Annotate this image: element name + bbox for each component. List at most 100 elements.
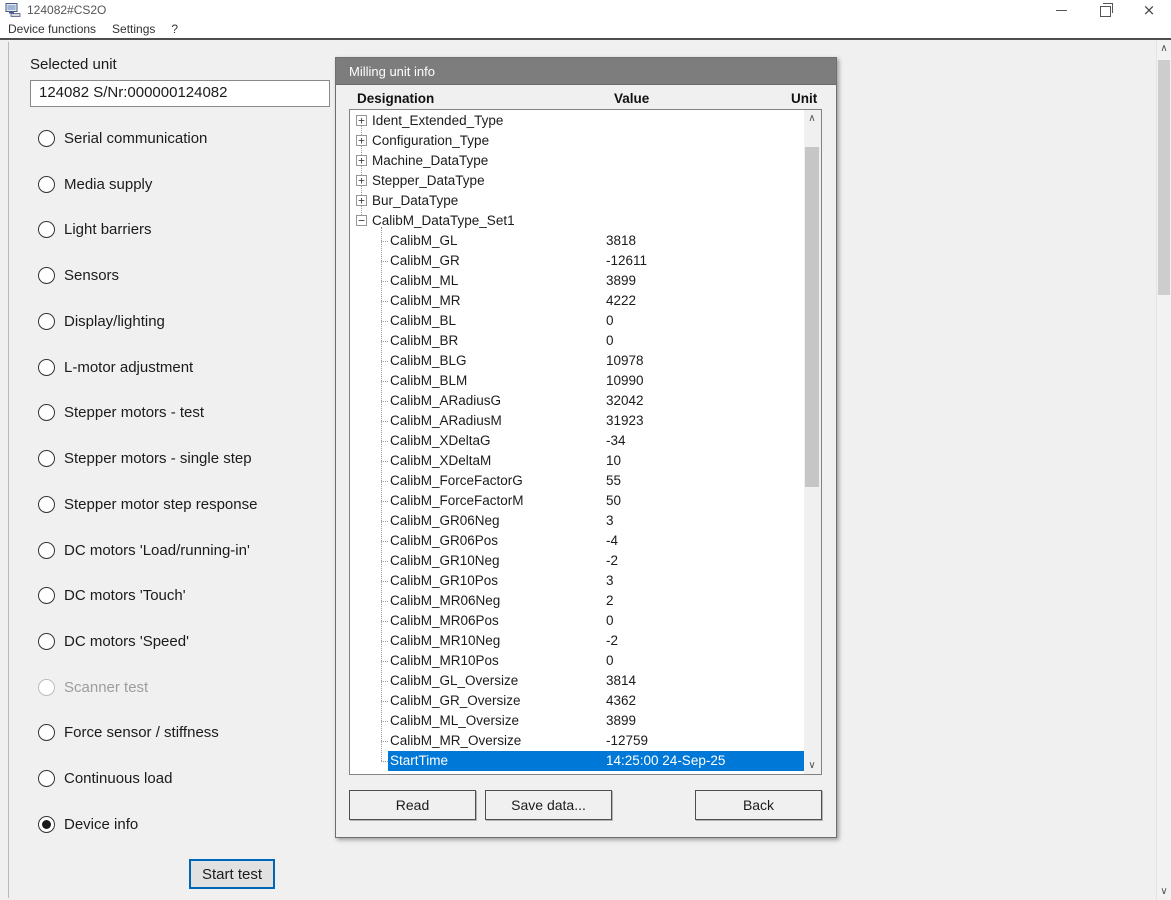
tree-row-calibm_gr10pos[interactable]: CalibM_GR10Pos3 xyxy=(350,571,804,591)
test-radio-l-motor-adjustment[interactable]: L-motor adjustment xyxy=(38,356,193,378)
maximize-icon[interactable] xyxy=(1083,0,1127,20)
radio-circle-icon[interactable] xyxy=(38,633,55,650)
expand-icon[interactable]: + xyxy=(356,195,367,206)
tree-row-calibm_mr06neg[interactable]: CalibM_MR06Neg2 xyxy=(350,591,804,611)
expand-icon[interactable]: + xyxy=(356,175,367,186)
test-radio-device-info[interactable]: Device info xyxy=(38,813,138,835)
test-radio-dc-motors-touch[interactable]: DC motors 'Touch' xyxy=(38,584,186,606)
tree-row-calibm_gr10neg[interactable]: CalibM_GR10Neg-2 xyxy=(350,551,804,571)
test-radio-light-barriers[interactable]: Light barriers xyxy=(38,218,152,240)
tree-row-calibm_br[interactable]: CalibM_BR0 xyxy=(350,331,804,351)
tree-row-calibm_gr06pos[interactable]: CalibM_GR06Pos-4 xyxy=(350,531,804,551)
tree-row-calibm_mr[interactable]: CalibM_MR4222 xyxy=(350,291,804,311)
tree-connector-stub xyxy=(381,261,388,262)
radio-circle-icon[interactable] xyxy=(38,816,55,833)
tree-row-starttime[interactable]: StartTime14:25:00 24-Sep-25 xyxy=(350,751,804,771)
radio-circle-icon[interactable] xyxy=(38,176,55,193)
test-radio-serial-communication[interactable]: Serial communication xyxy=(38,127,207,149)
tree-row-configuration_type[interactable]: +Configuration_Type xyxy=(350,131,804,151)
back-button[interactable]: Back xyxy=(695,790,822,820)
radio-circle-icon[interactable] xyxy=(38,496,55,513)
tree-row-stepper_datatype[interactable]: +Stepper_DataType xyxy=(350,171,804,191)
test-radio-continuous-load[interactable]: Continuous load xyxy=(38,767,172,789)
tree-row-calibm_aradiusg[interactable]: CalibM_ARadiusG32042 xyxy=(350,391,804,411)
selected-row-highlight xyxy=(388,751,804,771)
test-radio-display-lighting[interactable]: Display/lighting xyxy=(38,310,165,332)
tree-scrollbar[interactable]: ∧ ∨ xyxy=(804,110,821,774)
test-radio-stepper-motor-step-response[interactable]: Stepper motor step response xyxy=(38,493,257,515)
test-radio-stepper-motors-single-step[interactable]: Stepper motors - single step xyxy=(38,447,252,469)
test-radio-dc-motors-speed[interactable]: DC motors 'Speed' xyxy=(38,630,189,652)
scroll-up-icon[interactable]: ∧ xyxy=(805,110,819,127)
menu-settings[interactable]: Settings xyxy=(104,22,163,36)
radio-circle-icon[interactable] xyxy=(38,450,55,467)
selected-unit-field[interactable]: 124082 S/Nr:000000124082 xyxy=(30,80,330,107)
collapse-icon[interactable]: − xyxy=(356,215,367,226)
test-radio-sensors[interactable]: Sensors xyxy=(38,264,119,286)
main-scrollbar-thumb[interactable] xyxy=(1158,60,1170,295)
radio-circle-icon[interactable] xyxy=(38,359,55,376)
start-test-button[interactable]: Start test xyxy=(189,859,275,889)
radio-circle-icon[interactable] xyxy=(38,724,55,741)
tree-leaf-label: CalibM_MR06Pos xyxy=(390,613,499,628)
tree-leaf-label: CalibM_BR xyxy=(390,333,458,348)
tree-connector-stub xyxy=(381,721,388,722)
tree-row-calibm_gr_oversize[interactable]: CalibM_GR_Oversize4362 xyxy=(350,691,804,711)
tree-row-bur_datatype[interactable]: +Bur_DataType xyxy=(350,191,804,211)
tree-row-calibm_gr[interactable]: CalibM_GR-12611 xyxy=(350,251,804,271)
tree-row-calibm_gl[interactable]: CalibM_GL3818 xyxy=(350,231,804,251)
tree-scrollbar-thumb[interactable] xyxy=(805,147,819,487)
menu-device-functions[interactable]: Device functions xyxy=(0,22,104,36)
test-radio-force-sensor-stiffness[interactable]: Force sensor / stiffness xyxy=(38,721,219,743)
scroll-down-icon[interactable]: ∨ xyxy=(1157,883,1171,900)
save-data-button[interactable]: Save data... xyxy=(485,790,612,820)
tree-leaf-value: 10978 xyxy=(606,353,644,368)
radio-circle-icon[interactable] xyxy=(38,267,55,284)
tree-row-calibm_xdeltag[interactable]: CalibM_XDeltaG-34 xyxy=(350,431,804,451)
radio-circle-icon[interactable] xyxy=(38,587,55,604)
radio-circle-icon[interactable] xyxy=(38,770,55,787)
radio-circle-icon[interactable] xyxy=(38,542,55,559)
tree-row-calibm_blg[interactable]: CalibM_BLG10978 xyxy=(350,351,804,371)
radio-circle-icon[interactable] xyxy=(38,221,55,238)
tree-row-ident_extended_type[interactable]: +Ident_Extended_Type xyxy=(350,111,804,131)
tree-row-calibm_blm[interactable]: CalibM_BLM10990 xyxy=(350,371,804,391)
close-icon[interactable]: × xyxy=(1127,0,1171,20)
menu-help[interactable]: ? xyxy=(163,22,186,36)
tree-row-calibm_mr06pos[interactable]: CalibM_MR06Pos0 xyxy=(350,611,804,631)
tree-row-calibm_mr10pos[interactable]: CalibM_MR10Pos0 xyxy=(350,651,804,671)
read-button[interactable]: Read xyxy=(349,790,476,820)
tree-leaf-value: 10990 xyxy=(606,373,644,388)
tree-row-calibm_forcefactorg[interactable]: CalibM_ForceFactorG55 xyxy=(350,471,804,491)
test-radio-media-supply[interactable]: Media supply xyxy=(38,173,152,195)
tree-row-calibm_aradiusm[interactable]: CalibM_ARadiusM31923 xyxy=(350,411,804,431)
tree-leaf-label: CalibM_XDeltaG xyxy=(390,433,491,448)
tree-row-calibm_gl_oversize[interactable]: CalibM_GL_Oversize3814 xyxy=(350,671,804,691)
tree-row-machine_datatype[interactable]: +Machine_DataType xyxy=(350,151,804,171)
radio-circle-icon[interactable] xyxy=(38,313,55,330)
expand-icon[interactable]: + xyxy=(356,135,367,146)
tree-row-calibm_forcefactorm[interactable]: CalibM_ForceFactorM50 xyxy=(350,491,804,511)
tree-leaf-value: 3 xyxy=(606,513,614,528)
tree-row-calibm_mr_oversize[interactable]: CalibM_MR_Oversize-12759 xyxy=(350,731,804,751)
tree-row-calibm_gr06neg[interactable]: CalibM_GR06Neg3 xyxy=(350,511,804,531)
tree-node-label: CalibM_DataType_Set1 xyxy=(372,213,515,228)
expand-icon[interactable]: + xyxy=(356,115,367,126)
main-window-scrollbar[interactable]: ∧ ∨ xyxy=(1156,40,1171,900)
tree-row-calibm_xdeltam[interactable]: CalibM_XDeltaM10 xyxy=(350,451,804,471)
tree-row-calibm_ml[interactable]: CalibM_ML3899 xyxy=(350,271,804,291)
dialog-titlebar[interactable]: Milling unit info xyxy=(336,58,836,85)
test-radio-dc-motors-load-running-in[interactable]: DC motors 'Load/running-in' xyxy=(38,539,250,561)
minimize-icon[interactable] xyxy=(1039,0,1083,20)
tree-row-calibm_datatype_set1[interactable]: −CalibM_DataType_Set1 xyxy=(350,211,804,231)
radio-label: Sensors xyxy=(64,267,119,284)
expand-icon[interactable]: + xyxy=(356,155,367,166)
test-radio-stepper-motors-test[interactable]: Stepper motors - test xyxy=(38,401,204,423)
tree-row-calibm_bl[interactable]: CalibM_BL0 xyxy=(350,311,804,331)
scroll-up-icon[interactable]: ∧ xyxy=(1157,40,1171,57)
tree-row-calibm_mr10neg[interactable]: CalibM_MR10Neg-2 xyxy=(350,631,804,651)
radio-circle-icon[interactable] xyxy=(38,130,55,147)
scroll-down-icon[interactable]: ∨ xyxy=(805,757,819,774)
tree-row-calibm_ml_oversize[interactable]: CalibM_ML_Oversize3899 xyxy=(350,711,804,731)
radio-circle-icon[interactable] xyxy=(38,404,55,421)
